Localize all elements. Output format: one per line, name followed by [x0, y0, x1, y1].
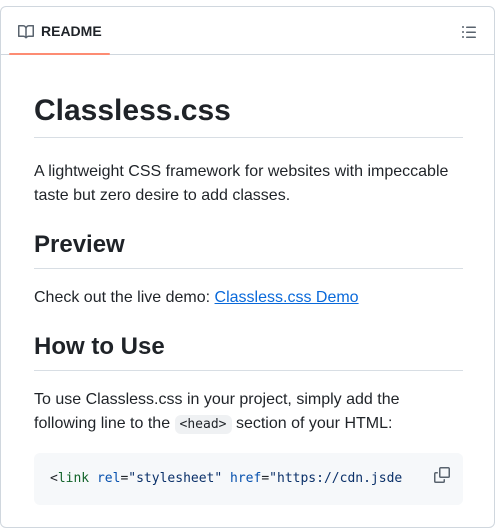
tab-readme[interactable]: README — [9, 7, 110, 55]
code-open-bracket: < — [50, 471, 58, 486]
code-eq: = — [261, 471, 270, 486]
copy-button[interactable] — [415, 453, 463, 505]
code-line: <link rel="stylesheet" href="https://cdn… — [50, 470, 402, 488]
tab-active-indicator — [9, 53, 110, 55]
list-unordered-icon[interactable] — [461, 24, 477, 40]
code-attr-rel: rel — [96, 471, 121, 486]
howto-paragraph: To use Classless.css in your project, si… — [34, 388, 463, 437]
howto-text-after: section of your HTML: — [231, 415, 393, 432]
copy-icon — [434, 467, 450, 483]
preview-text: Check out the live demo: — [34, 289, 215, 306]
preview-heading: Preview — [34, 230, 463, 269]
readme-header: README — [1, 7, 494, 55]
code-tag: link — [57, 471, 90, 486]
demo-link[interactable]: Classless.css Demo — [215, 289, 359, 306]
code-attr-href: href — [230, 471, 262, 486]
intro-paragraph: A lightweight CSS framework for websites… — [34, 163, 449, 204]
tab-readme-label: README — [41, 23, 102, 39]
howto-heading: How to Use — [34, 332, 463, 371]
head-inline-code: <head> — [174, 415, 232, 434]
code-val-href: "https://cdn.jsde — [269, 471, 403, 486]
readme-panel: README Classless.css A lightweight CSS f… — [0, 6, 495, 528]
code-block: <link rel="stylesheet" href="https://cdn… — [34, 453, 463, 505]
preview-paragraph: Check out the live demo: Classless.css D… — [34, 286, 463, 310]
book-icon — [18, 24, 34, 39]
code-val-rel: "stylesheet" — [128, 471, 223, 486]
readme-title: Classless.css — [34, 91, 463, 138]
